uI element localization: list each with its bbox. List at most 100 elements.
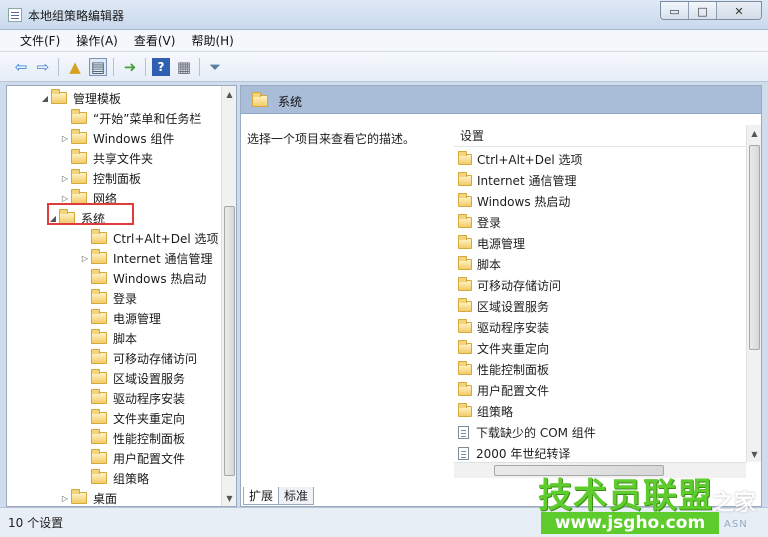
tab-extended[interactable]: 扩展 bbox=[243, 487, 280, 505]
folder-icon bbox=[91, 289, 107, 304]
settings-list-item[interactable]: 组策略 bbox=[458, 401, 513, 422]
tree-item[interactable]: ▷ 控制面板 bbox=[59, 168, 141, 188]
expand-arrow-icon[interactable]: ▷ bbox=[59, 494, 71, 503]
settings-item-label: 组策略 bbox=[477, 405, 514, 419]
settings-item-label: 2000 年世纪转译 bbox=[476, 447, 571, 461]
tree-item[interactable]: 脚本 bbox=[79, 328, 137, 348]
tree-item[interactable]: Windows 热启动 bbox=[79, 268, 206, 288]
tree-item[interactable]: 用户配置文件 bbox=[79, 448, 185, 468]
settings-list-item[interactable]: 用户配置文件 bbox=[458, 380, 549, 401]
close-button[interactable]: ✕ bbox=[717, 2, 761, 19]
settings-list-item[interactable]: 脚本 bbox=[458, 254, 501, 275]
watermark-small-text: ASN bbox=[724, 519, 748, 530]
settings-list-item[interactable]: 驱动程序安装 bbox=[458, 317, 549, 338]
list-scroll-thumb[interactable] bbox=[749, 145, 760, 350]
folder-icon bbox=[71, 149, 87, 164]
view-tabs: 扩展 标准 bbox=[243, 487, 315, 505]
menu-help[interactable]: 帮助(H) bbox=[183, 32, 241, 49]
policy-editor-app-icon bbox=[8, 8, 22, 22]
details-header: 系统 bbox=[241, 86, 761, 114]
maximize-button[interactable]: □ bbox=[689, 2, 717, 19]
minimize-button[interactable]: ▭ bbox=[661, 2, 689, 19]
scroll-up-arrow-icon[interactable]: ▲ bbox=[747, 125, 761, 141]
settings-item-label: 性能控制面板 bbox=[477, 363, 550, 377]
tree-item-label: 可移动存储访问 bbox=[113, 351, 198, 366]
up-folder-icon[interactable]: ▲ bbox=[66, 58, 84, 76]
tree-item[interactable]: 区域设置服务 bbox=[79, 368, 185, 388]
tree-item[interactable]: 电源管理 bbox=[79, 308, 161, 328]
settings-item-label: 用户配置文件 bbox=[477, 384, 550, 398]
filter-icon[interactable]: ⏷ bbox=[206, 58, 224, 76]
scroll-down-arrow-icon[interactable]: ▼ bbox=[222, 490, 236, 506]
toolbar-separator bbox=[58, 58, 59, 76]
tree-item-label: Internet 通信管理 bbox=[113, 251, 213, 266]
settings-item-label: Ctrl+Alt+Del 选项 bbox=[477, 153, 583, 167]
tree-vertical-scrollbar[interactable]: ▲ ▼ bbox=[221, 86, 236, 506]
settings-item-label: Windows 热启动 bbox=[477, 195, 571, 209]
tree-item[interactable]: ▷ 桌面 bbox=[59, 488, 117, 506]
tree-item[interactable]: ▷ Internet 通信管理 bbox=[79, 248, 212, 268]
settings-list-item[interactable]: 下载缺少的 COM 组件 bbox=[458, 422, 596, 443]
tree-item[interactable]: 共享文件夹 bbox=[59, 148, 153, 168]
tree-item[interactable]: 文件夹重定向 bbox=[79, 408, 185, 428]
tree-item[interactable]: ◢ 管理模板 bbox=[39, 88, 121, 108]
menu-file[interactable]: 文件(F) bbox=[12, 32, 68, 49]
expand-arrow-icon[interactable]: ▷ bbox=[59, 174, 71, 183]
settings-list-item[interactable]: Windows 热启动 bbox=[458, 191, 570, 212]
folder-icon bbox=[71, 109, 87, 124]
folder-icon bbox=[458, 403, 472, 417]
scroll-down-arrow-icon[interactable]: ▼ bbox=[747, 446, 761, 462]
help-icon[interactable]: ? bbox=[152, 58, 170, 76]
settings-item-label: 文件夹重定向 bbox=[477, 342, 550, 356]
folder-icon bbox=[458, 382, 472, 396]
toolbar-separator bbox=[113, 58, 114, 76]
tree-item[interactable]: 性能控制面板 bbox=[79, 428, 185, 448]
tree-item-label: 管理模板 bbox=[73, 91, 122, 106]
settings-list-item[interactable]: 性能控制面板 bbox=[458, 359, 549, 380]
tree-item[interactable]: 登录 bbox=[79, 288, 137, 308]
expand-arrow-icon[interactable]: ▷ bbox=[59, 134, 71, 143]
show-hide-tree-icon[interactable]: ▤ bbox=[89, 58, 107, 76]
tree-item[interactable]: Ctrl+Alt+Del 选项 bbox=[79, 228, 218, 248]
settings-list-item[interactable]: 电源管理 bbox=[458, 233, 525, 254]
selected-system-highlight bbox=[47, 203, 134, 225]
menu-view[interactable]: 查看(V) bbox=[126, 32, 184, 49]
settings-item-label: 区域设置服务 bbox=[477, 300, 550, 314]
folder-icon bbox=[91, 389, 107, 404]
tree-item[interactable]: ▷ Windows 组件 bbox=[59, 128, 174, 148]
properties-icon[interactable]: ▦ bbox=[175, 58, 193, 76]
folder-icon bbox=[91, 309, 107, 324]
tree-item[interactable]: “开始”菜单和任务栏 bbox=[59, 108, 201, 128]
expand-arrow-icon[interactable]: ◢ bbox=[39, 94, 51, 103]
settings-list-item[interactable]: 登录 bbox=[458, 212, 501, 233]
column-header-settings[interactable]: 设置 bbox=[454, 125, 746, 147]
details-pane: 系统 选择一个项目来查看它的描述。 设置 Ctrl+Alt+Del 选项 Inte… bbox=[240, 85, 762, 507]
menu-action[interactable]: 操作(A) bbox=[68, 32, 126, 49]
policy-setting-icon bbox=[458, 447, 469, 460]
folder-icon bbox=[71, 489, 87, 504]
tree-item[interactable]: 可移动存储访问 bbox=[79, 348, 197, 368]
settings-list-item[interactable]: Internet 通信管理 bbox=[458, 170, 576, 191]
folder-icon bbox=[91, 329, 107, 344]
export-icon[interactable]: ➜ bbox=[121, 58, 139, 76]
tree-item-label: 控制面板 bbox=[93, 171, 142, 186]
back-icon[interactable]: ⇦ bbox=[12, 58, 30, 76]
folder-icon bbox=[91, 409, 107, 424]
list-vertical-scrollbar[interactable]: ▲ ▼ bbox=[746, 125, 761, 462]
tree-item[interactable]: 驱动程序安装 bbox=[79, 388, 185, 408]
forward-icon[interactable]: ⇨ bbox=[34, 58, 52, 76]
tree-item[interactable]: 组策略 bbox=[79, 468, 149, 488]
watermark-title: 技术员联盟 bbox=[538, 476, 713, 516]
settings-list-item[interactable]: 可移动存储访问 bbox=[458, 275, 561, 296]
description-text: 选择一个项目来查看它的描述。 bbox=[247, 132, 416, 146]
expand-arrow-icon[interactable]: ▷ bbox=[79, 254, 91, 263]
settings-list-item[interactable]: 文件夹重定向 bbox=[458, 338, 549, 359]
tab-standard[interactable]: 标准 bbox=[278, 487, 315, 505]
tree-item-label: 驱动程序安装 bbox=[113, 391, 186, 406]
settings-list-item[interactable]: 2000 年世纪转译 bbox=[458, 443, 570, 464]
expand-arrow-icon[interactable]: ▷ bbox=[59, 194, 71, 203]
scroll-up-arrow-icon[interactable]: ▲ bbox=[222, 86, 236, 102]
tree-scroll-thumb[interactable] bbox=[224, 206, 235, 476]
settings-list-item[interactable]: Ctrl+Alt+Del 选项 bbox=[458, 149, 582, 170]
settings-list-item[interactable]: 区域设置服务 bbox=[458, 296, 549, 317]
